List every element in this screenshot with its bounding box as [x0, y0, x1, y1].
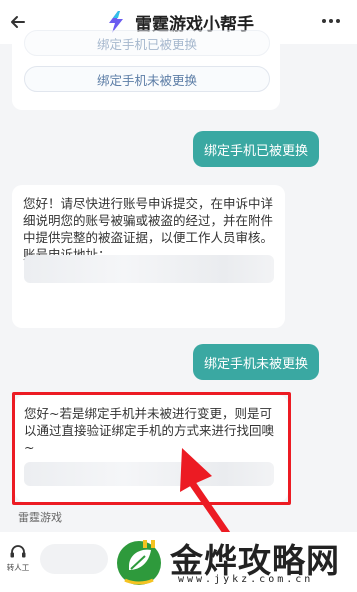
more-button[interactable]	[319, 11, 343, 31]
annotation-arrow	[180, 448, 234, 542]
user-message: 绑定手机未被更换	[193, 344, 319, 380]
option-label: 绑定手机未被更换	[96, 72, 197, 88]
transfer-human-button[interactable]: 转人工	[5, 544, 31, 573]
message-input[interactable]	[40, 544, 108, 574]
blurred-link	[24, 255, 274, 283]
transfer-human-label: 转人工	[6, 563, 30, 572]
user-message-text: 绑定手机未被更换	[203, 356, 308, 372]
headset-icon	[10, 545, 26, 558]
option-phone-unchanged[interactable]: 绑定手机未被更换	[24, 66, 270, 92]
option-label: 绑定手机已被更换	[96, 36, 197, 52]
plug-leaf-logo-icon	[117, 540, 161, 585]
option-phone-changed[interactable]: 绑定手机已被更换	[24, 30, 270, 56]
user-message-text: 绑定手机已被更换	[203, 143, 308, 159]
bot-message-text: 您好！请尽快进行账号申诉提交，在申诉中详细说明您的账号被骗或被盗的经过，并在附件…	[23, 196, 274, 245]
watermark-url: www.jykz.com.cn	[178, 574, 314, 585]
back-button[interactable]	[4, 8, 32, 36]
arrow-left-icon	[11, 16, 25, 28]
user-message: 绑定手机已被更换	[193, 131, 319, 167]
sender-name: 雷霆游戏	[18, 511, 62, 524]
more-dots-icon	[322, 19, 340, 23]
